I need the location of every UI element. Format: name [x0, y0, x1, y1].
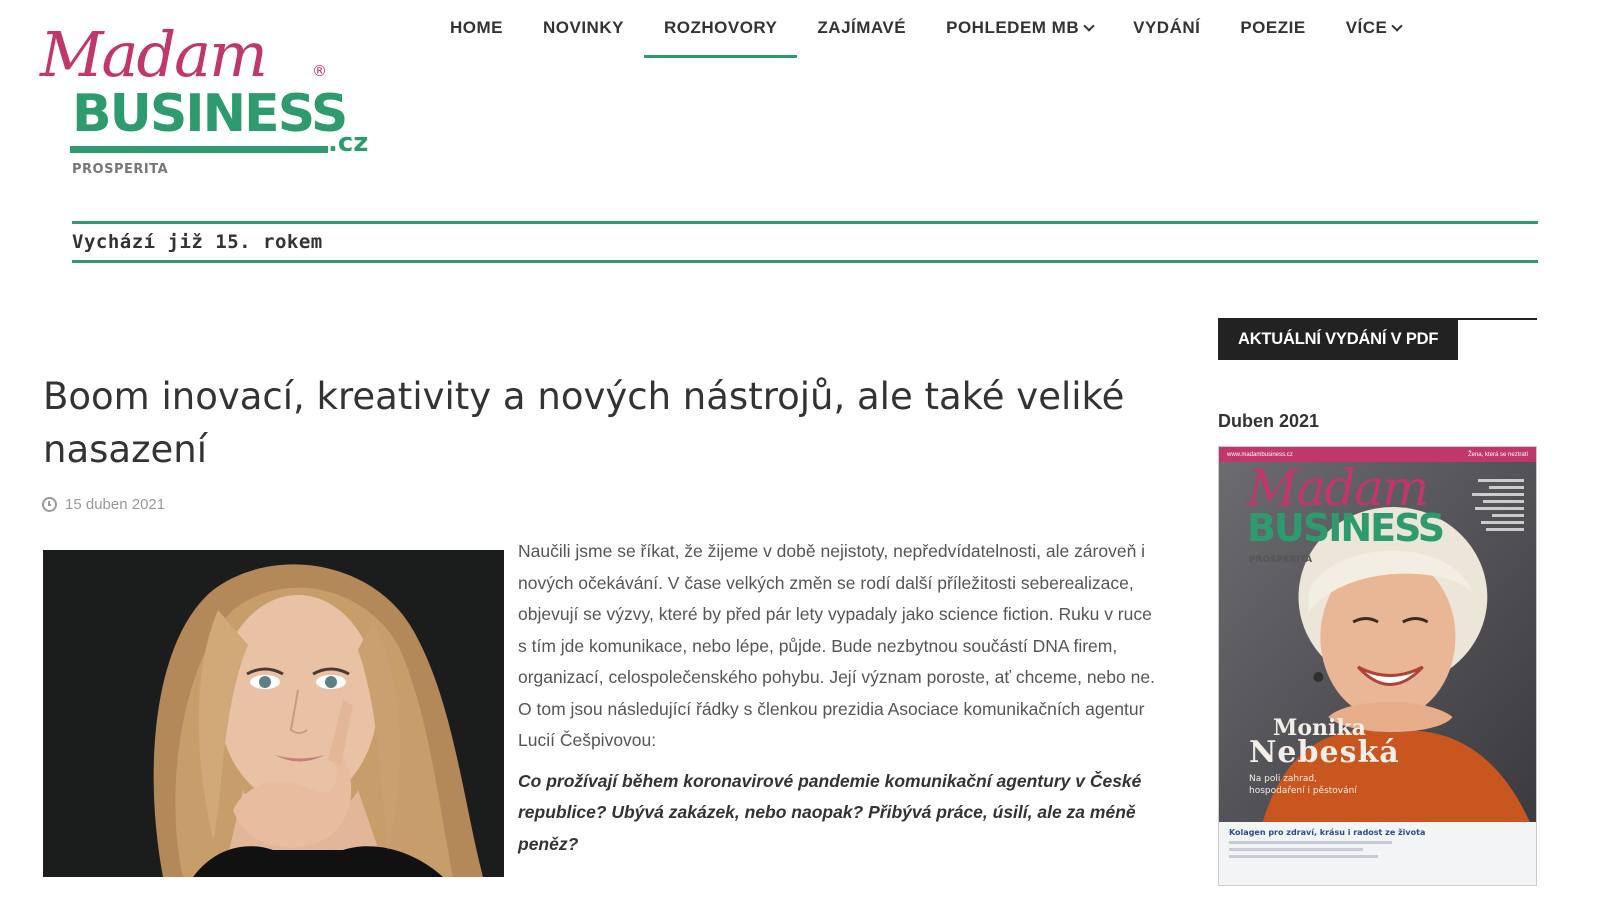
portrait-illustration	[43, 550, 504, 877]
nav-item-label: HOME	[450, 18, 503, 37]
issue-label[interactable]: Duben 2021	[1218, 411, 1319, 432]
cover-bottom-line	[1229, 841, 1393, 844]
sidebar-heading: AKTUÁLNÍ VYDÁNÍ V PDF	[1218, 320, 1459, 360]
nav-item-novinky[interactable]: NOVINKY	[523, 0, 644, 56]
nav-item-rozhovory[interactable]: ROZHOVORY	[643, 0, 798, 58]
site-logo[interactable]: Madam ® BUSINESS .cz PROSPERITA	[40, 24, 390, 184]
nav-item-label: ROZHOVORY	[663, 18, 778, 37]
cover-tagline-line2: hospodaření i pěstování	[1249, 786, 1357, 796]
article-date: 15 duben 2021	[42, 496, 165, 513]
cover-topbar-right: Žena, která se neztratí	[1467, 451, 1528, 458]
tagline-bar: Vychází již 15. rokem	[72, 221, 1538, 263]
nav-item-label: POEZIE	[1240, 18, 1306, 37]
cover-side-text	[1466, 475, 1524, 535]
logo-subtitle: PROSPERITA	[72, 162, 169, 177]
cover-bottom-line	[1229, 855, 1378, 858]
nav-item-vydani[interactable]: VYDÁNÍ	[1113, 0, 1220, 56]
nav-item-pohledem-mb[interactable]: POHLEDEM MB	[926, 0, 1113, 56]
logo-registered-mark: ®	[312, 62, 327, 80]
main-nav: HOME NOVINKY ROZHOVORY ZAJÍMAVÉ POHLEDEM…	[430, 0, 1421, 60]
article-portrait-image	[43, 550, 504, 877]
cover-tagline: Na poli zahrad, hospodaření i pěstování	[1249, 773, 1357, 797]
nav-item-label: VYDÁNÍ	[1133, 18, 1201, 37]
nav-item-label: VÍCE	[1345, 18, 1388, 37]
article-intro: Naučili jsme se říkat, že žijeme v době …	[518, 541, 1155, 750]
nav-item-label: POHLEDEM MB	[946, 18, 1080, 37]
logo-underline	[70, 146, 328, 153]
nav-item-home[interactable]: HOME	[430, 0, 523, 56]
nav-item-label: ZAJÍMAVÉ	[817, 18, 907, 37]
article-question: Co prožívají během koronavirové pandemie…	[518, 770, 1142, 854]
cover-logo-subtitle: PROSPERITA	[1249, 555, 1313, 565]
cover-tagline-line1: Na poli zahrad,	[1249, 774, 1317, 784]
nav-item-vice[interactable]: VÍCE	[1326, 0, 1422, 56]
article-title: Boom inovací, kreativity a nových nástro…	[43, 375, 1125, 471]
chevron-down-icon	[1083, 20, 1095, 32]
cover-topbar-left: www.madambusiness.cz	[1227, 451, 1293, 458]
cover-name-last: Nebeská	[1249, 735, 1400, 770]
nav-item-zajimave[interactable]: ZAJÍMAVÉ	[797, 0, 926, 56]
clock-icon	[42, 497, 57, 512]
cover-logo-business: BUSINESS	[1247, 506, 1445, 550]
article-date-text: 15 duben 2021	[65, 496, 166, 513]
chevron-down-icon	[1391, 20, 1404, 32]
logo-script-text: Madam	[40, 18, 268, 91]
article-body: Naučili jsme se říkat, že žijeme v době …	[518, 536, 1158, 860]
magazine-cover-image[interactable]: www.madambusiness.cz Žena, která se nezt…	[1218, 446, 1537, 886]
cover-bottom-title: Kolagen pro zdraví, krásu i radost ze ži…	[1229, 828, 1426, 837]
logo-business-text: BUSINESS	[72, 84, 348, 144]
nav-item-label: NOVINKY	[543, 18, 624, 37]
logo-tld: .cz	[328, 128, 369, 158]
cover-bottom-band: Kolagen pro zdraví, krásu i radost ze ži…	[1219, 822, 1536, 885]
tagline-text: Vychází již 15. rokem	[72, 231, 323, 253]
nav-item-poezie[interactable]: POEZIE	[1220, 0, 1325, 56]
cover-bottom-line	[1229, 848, 1363, 851]
sidebar-heading-wrap: AKTUÁLNÍ VYDÁNÍ V PDF	[1218, 318, 1537, 360]
